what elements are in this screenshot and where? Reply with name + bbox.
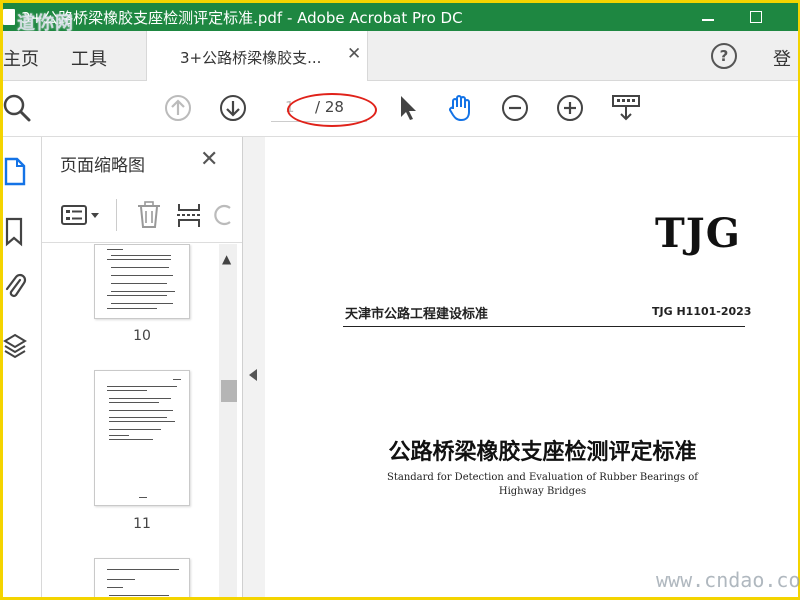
zoom-in-icon[interactable] bbox=[555, 93, 585, 123]
thumbnail-label: 10 bbox=[133, 328, 151, 344]
hand-tool-icon[interactable] bbox=[445, 93, 475, 123]
thumbnail-page[interactable] bbox=[94, 370, 190, 506]
signin-button[interactable]: 登 bbox=[773, 45, 791, 71]
acrobat-window: 3+公路桥梁橡胶支座检测评定标准.pdf - Adobe Acrobat Pro… bbox=[3, 3, 798, 597]
select-cursor-icon[interactable] bbox=[393, 93, 423, 123]
panel-title: 页面缩略图 bbox=[60, 156, 145, 176]
collapse-panel-handle[interactable] bbox=[243, 137, 265, 597]
tab-home[interactable]: 主页 bbox=[3, 45, 39, 71]
maximize-icon bbox=[750, 11, 762, 23]
collapse-arrow-icon[interactable] bbox=[249, 369, 257, 381]
thumbnail-list: 10 11 bbox=[42, 244, 232, 597]
panel-toolbar bbox=[42, 189, 242, 243]
document-subtitle-line1: Standard for Detection and Evaluation of… bbox=[387, 472, 698, 483]
search-icon[interactable] bbox=[3, 93, 33, 123]
document-title: 公路桥梁橡胶支座检测评定标准 bbox=[388, 440, 697, 465]
window-title: 3+公路桥梁橡胶支座检测评定标准.pdf - Adobe Acrobat Pro… bbox=[21, 8, 463, 27]
page-thumbnails-icon[interactable] bbox=[3, 157, 27, 187]
toolbar-separator bbox=[116, 199, 117, 231]
minimize-button[interactable] bbox=[688, 3, 728, 31]
title-bar: 3+公路桥梁橡胶支座检测评定标准.pdf - Adobe Acrobat Pro… bbox=[3, 3, 798, 31]
navigation-pane bbox=[3, 137, 41, 597]
insert-page-icon[interactable] bbox=[176, 200, 202, 230]
attachment-icon[interactable] bbox=[3, 272, 27, 302]
thumbnail-scrollbar[interactable]: ▲ bbox=[219, 244, 237, 597]
standard-logo: TJG bbox=[655, 210, 741, 257]
thumbnail-label: 11 bbox=[133, 516, 151, 532]
zoom-out-icon[interactable] bbox=[500, 93, 530, 123]
close-panel-icon[interactable]: ✕ bbox=[200, 147, 218, 172]
toolbar: 1 / 28 bbox=[3, 81, 798, 137]
thumbnail-page[interactable] bbox=[94, 558, 190, 597]
page-up-icon[interactable] bbox=[163, 93, 193, 123]
bookmark-icon[interactable] bbox=[3, 217, 27, 247]
pdf-file-icon bbox=[3, 9, 15, 25]
layers-icon[interactable] bbox=[3, 332, 27, 362]
tab-document[interactable]: 3+公路桥梁橡胶支... ✕ bbox=[146, 31, 368, 81]
header-rule bbox=[343, 326, 745, 327]
thumbnail-panel: 页面缩略图 ✕ 10 11 ▲ bbox=[42, 137, 242, 597]
help-icon[interactable]: ? bbox=[711, 43, 737, 69]
document-page: TJG 天津市公路工程建设标准 TJG H1101-2023 公路桥梁橡胶支座检… bbox=[265, 137, 798, 597]
watermark-url: www.cndao.com bbox=[656, 568, 800, 592]
page-down-icon[interactable] bbox=[218, 93, 248, 123]
minimize-icon bbox=[702, 19, 714, 21]
maximize-button[interactable] bbox=[736, 3, 776, 31]
tab-tools[interactable]: 工具 bbox=[71, 45, 107, 71]
delete-page-icon[interactable] bbox=[136, 200, 162, 230]
rotate-page-icon[interactable] bbox=[214, 200, 234, 230]
scroll-up-icon[interactable]: ▲ bbox=[222, 252, 231, 266]
close-tab-icon[interactable]: ✕ bbox=[347, 44, 361, 64]
document-subtitle-line2: Highway Bridges bbox=[498, 486, 587, 497]
thumbnail-options-icon[interactable] bbox=[60, 203, 102, 227]
standard-issuer: 天津市公路工程建设标准 bbox=[345, 307, 489, 322]
annotation-circle bbox=[287, 93, 377, 127]
thumbnail-page[interactable] bbox=[94, 244, 190, 319]
fit-width-icon[interactable] bbox=[611, 93, 641, 123]
tab-bar: 主页 工具 3+公路桥梁橡胶支... ✕ ? 登 bbox=[3, 31, 798, 81]
document-tab-label: 3+公路桥梁橡胶支... bbox=[180, 49, 322, 67]
scrollbar-thumb[interactable] bbox=[221, 380, 237, 402]
standard-code: TJG H1101-2023 bbox=[652, 305, 752, 318]
